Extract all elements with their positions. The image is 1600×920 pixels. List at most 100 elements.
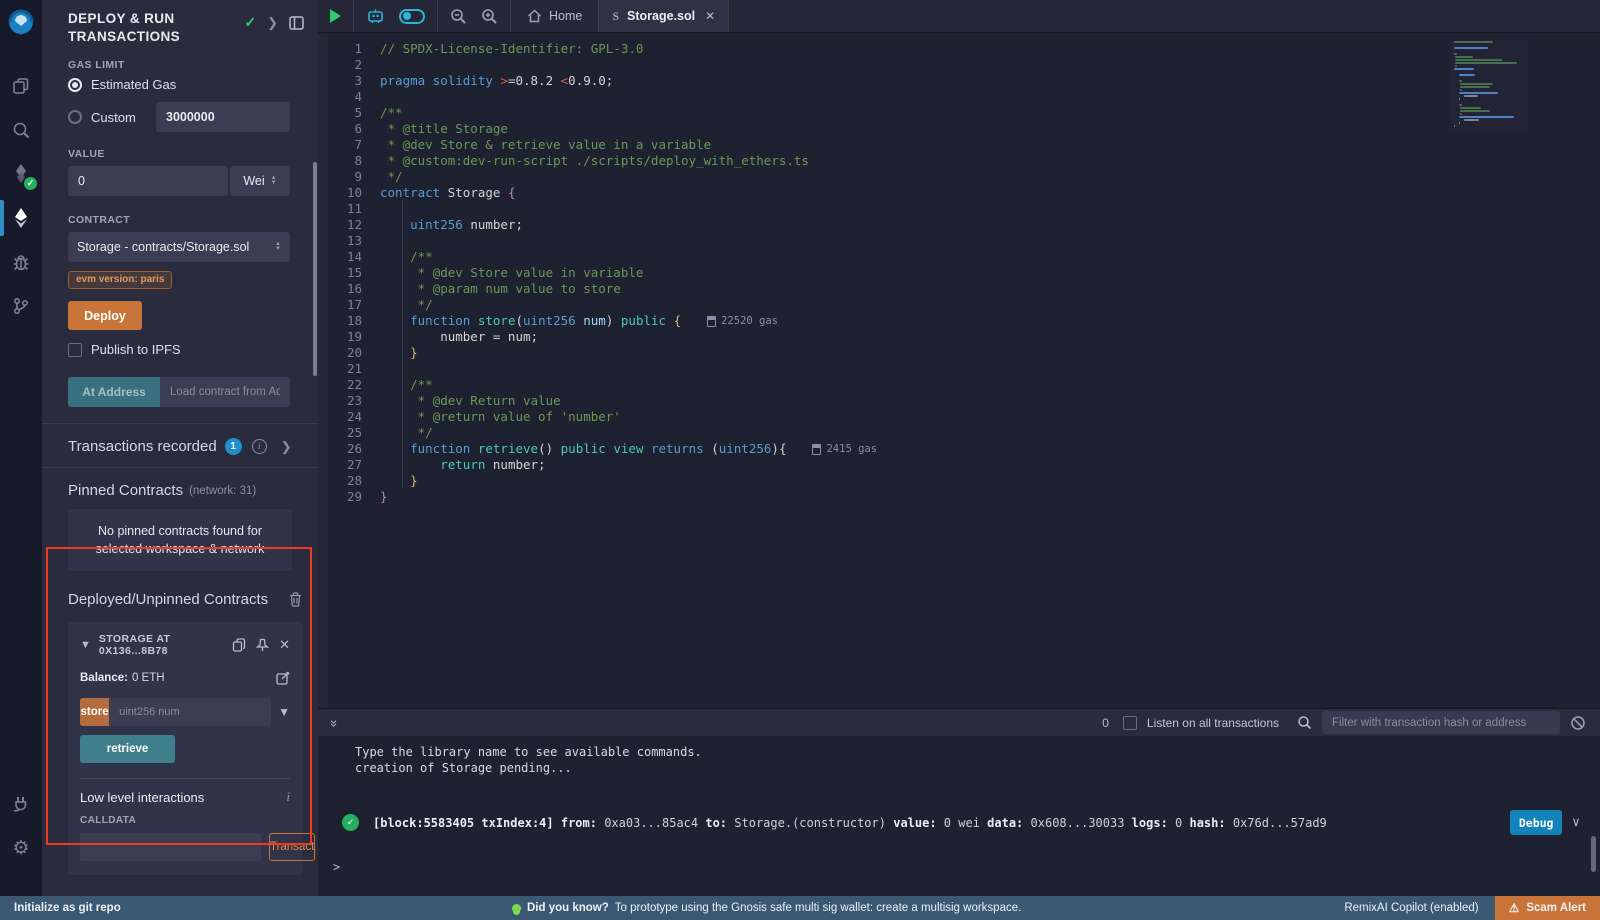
- code-line[interactable]: 6 * @title Storage: [328, 121, 1600, 137]
- close-instance-icon[interactable]: ✕: [279, 637, 290, 653]
- code-line[interactable]: 27 return number;: [328, 457, 1600, 473]
- code-line[interactable]: 13: [328, 233, 1600, 249]
- value-unit-label: Wei: [243, 174, 264, 188]
- retrieve-function-button[interactable]: retrieve: [80, 735, 175, 763]
- search-icon[interactable]: [0, 108, 42, 152]
- transact-button[interactable]: Transact: [269, 833, 315, 861]
- panel-expand-icon[interactable]: ❯: [267, 15, 278, 31]
- unit-stepper-icon: ▲▼: [271, 176, 277, 186]
- estimated-gas-radio[interactable]: [68, 78, 82, 92]
- tab-storage-sol[interactable]: S Storage.sol ✕: [598, 0, 729, 32]
- terminal-search-icon[interactable]: [1297, 715, 1312, 730]
- debugger-icon[interactable]: [0, 240, 42, 284]
- code-line[interactable]: 7 * @dev Store & retrieve value in a var…: [328, 137, 1600, 153]
- code-line[interactable]: 11: [328, 201, 1600, 217]
- terminal-toolbar: » 0 Listen on all transactions: [318, 708, 1600, 736]
- remix-logo-icon[interactable]: [6, 8, 36, 38]
- custom-gas-radio[interactable]: [68, 110, 82, 124]
- low-level-info-icon[interactable]: i: [286, 789, 290, 805]
- code-line[interactable]: 26 function retrieve() public view retur…: [328, 441, 1600, 457]
- editor-minimap[interactable]: [1450, 38, 1528, 131]
- scam-alert-button[interactable]: ⚠ Scam Alert: [1495, 896, 1600, 920]
- code-editor[interactable]: 1// SPDX-License-Identifier: GPL-3.023pr…: [318, 34, 1600, 708]
- code-line[interactable]: 25 */: [328, 425, 1600, 441]
- expand-terminal-icon[interactable]: »: [327, 720, 342, 725]
- solidity-compiler-icon[interactable]: ✓: [0, 152, 42, 196]
- trash-icon[interactable]: [289, 592, 302, 607]
- chevron-down-icon[interactable]: ▼: [80, 639, 91, 651]
- zoom-out-icon[interactable]: [450, 8, 467, 25]
- store-function-button[interactable]: store: [80, 698, 109, 726]
- publish-ipfs-checkbox[interactable]: [68, 343, 82, 357]
- code-line[interactable]: 17 */: [328, 297, 1600, 313]
- custom-gas-input[interactable]: [156, 102, 290, 132]
- pin-icon[interactable]: [256, 638, 269, 652]
- store-arg-input[interactable]: [109, 698, 271, 726]
- sidepanel-scrollbar[interactable]: [313, 162, 317, 376]
- expand-tx-icon[interactable]: ∨: [1572, 815, 1580, 830]
- code-line[interactable]: 18 function store(uint256 num) public {2…: [328, 313, 1600, 329]
- copy-icon[interactable]: [232, 638, 246, 652]
- edit-icon[interactable]: [276, 671, 290, 685]
- debug-button[interactable]: Debug: [1510, 810, 1562, 835]
- terminal-scrollbar[interactable]: [1591, 836, 1596, 872]
- listen-all-label: Listen on all transactions: [1147, 716, 1279, 730]
- code-line[interactable]: 19 number = num;: [328, 329, 1600, 345]
- chevron-right-icon[interactable]: ❯: [281, 439, 292, 455]
- code-line[interactable]: 28 }: [328, 473, 1600, 489]
- code-line[interactable]: 5/**: [328, 105, 1600, 121]
- code-line[interactable]: 24 * @return value of 'number': [328, 409, 1600, 425]
- code-line[interactable]: 29}: [328, 489, 1600, 505]
- tab-home[interactable]: Home: [511, 0, 598, 32]
- settings-icon[interactable]: ⚙: [0, 826, 42, 870]
- code-line[interactable]: 21: [328, 361, 1600, 377]
- transactions-recorded-row[interactable]: Transactions recorded 1 i ❯: [42, 424, 318, 467]
- contract-stepper-icon: ▲▼: [275, 242, 281, 252]
- balance-label: Balance:: [80, 672, 128, 684]
- run-script-icon[interactable]: [330, 9, 341, 23]
- calldata-input[interactable]: [80, 833, 261, 861]
- file-explorer-icon[interactable]: [0, 64, 42, 108]
- copilot-robot-icon[interactable]: [366, 7, 385, 25]
- at-address-input[interactable]: [160, 377, 290, 407]
- terminal-prompt[interactable]: >: [333, 860, 340, 874]
- plugin-manager-icon[interactable]: [0, 782, 42, 826]
- deploy-run-icon[interactable]: [0, 196, 42, 240]
- tab-close-icon[interactable]: ✕: [705, 9, 715, 23]
- value-unit-select[interactable]: Wei ▲▼: [230, 166, 290, 196]
- git-init-status[interactable]: Initialize as git repo: [0, 902, 121, 914]
- code-line[interactable]: 8 * @custom:dev-run-script ./scripts/dep…: [328, 153, 1600, 169]
- copilot-status[interactable]: RemixAI Copilot (enabled): [1344, 902, 1478, 914]
- contract-select[interactable]: Storage - contracts/Storage.sol ▲▼: [68, 232, 290, 262]
- code-line[interactable]: 10contract Storage {: [328, 185, 1600, 201]
- git-icon[interactable]: [0, 284, 42, 328]
- listen-all-checkbox[interactable]: [1123, 716, 1137, 730]
- main-area: Home S Storage.sol ✕ 1// SPDX-License-Id…: [318, 0, 1600, 896]
- code-line[interactable]: 9 */: [328, 169, 1600, 185]
- at-address-button[interactable]: At Address: [68, 377, 160, 407]
- info-icon[interactable]: i: [252, 439, 267, 454]
- zoom-in-icon[interactable]: [481, 8, 498, 25]
- code-line[interactable]: 2: [328, 57, 1600, 73]
- code-line[interactable]: 16 * @param num value to store: [328, 281, 1600, 297]
- code-line[interactable]: 22 /**: [328, 377, 1600, 393]
- code-line[interactable]: 3pragma solidity >=0.8.2 <0.9.0;: [328, 73, 1600, 89]
- code-line[interactable]: 1// SPDX-License-Identifier: GPL-3.0: [328, 41, 1600, 57]
- terminal[interactable]: Type the library name to see available c…: [318, 736, 1600, 896]
- code-line[interactable]: 15 * @dev Store value in variable: [328, 265, 1600, 281]
- code-line[interactable]: 4: [328, 89, 1600, 105]
- deploy-button[interactable]: Deploy: [68, 301, 142, 330]
- code-line[interactable]: 14 /**: [328, 249, 1600, 265]
- transaction-log-row[interactable]: ✓ [block:5583405 txIndex:4] from: 0xa03.…: [318, 804, 1600, 841]
- listen-count: 0: [1102, 716, 1109, 730]
- pin-panel-icon[interactable]: [289, 16, 304, 30]
- code-line[interactable]: 12 uint256 number;: [328, 217, 1600, 233]
- transaction-filter-input[interactable]: [1322, 711, 1560, 734]
- clear-terminal-icon[interactable]: [1570, 715, 1586, 731]
- code-line[interactable]: 20 }: [328, 345, 1600, 361]
- expand-args-icon[interactable]: ▼: [278, 705, 290, 719]
- low-level-title: Low level interactions: [80, 790, 204, 805]
- value-input[interactable]: [68, 166, 228, 196]
- copilot-toggle[interactable]: [399, 9, 425, 24]
- code-line[interactable]: 23 * @dev Return value: [328, 393, 1600, 409]
